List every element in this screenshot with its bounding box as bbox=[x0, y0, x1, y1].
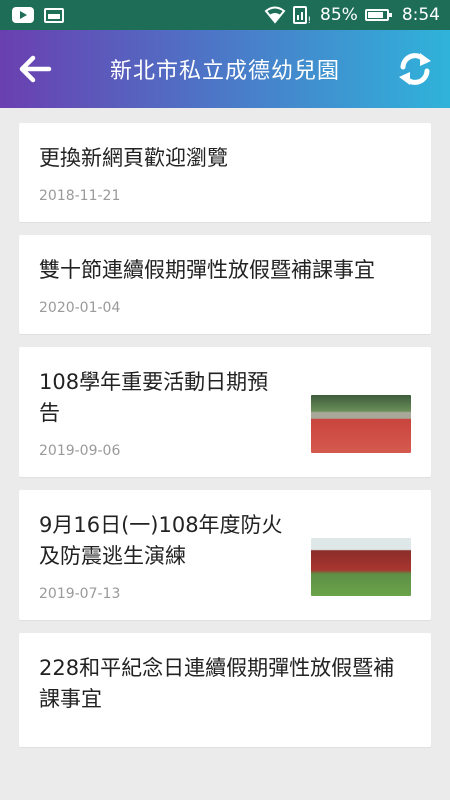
back-button[interactable] bbox=[0, 30, 70, 108]
news-item[interactable]: 228和平紀念日連續假期彈性放假暨補課事宜 bbox=[19, 633, 431, 747]
news-thumbnail bbox=[311, 538, 411, 596]
news-item[interactable]: 108學年重要活動日期預告 2019-09-06 bbox=[19, 347, 431, 477]
gallery-icon bbox=[44, 7, 64, 23]
arrow-left-icon bbox=[19, 55, 52, 83]
battery-icon bbox=[364, 9, 392, 21]
news-title: 更換新網頁歡迎瀏覽 bbox=[39, 146, 228, 170]
news-title: 9月16日(一)108年度防火及防震逃生演練 bbox=[39, 513, 283, 568]
news-date: 2020-01-04 bbox=[39, 300, 121, 316]
refresh-icon bbox=[399, 53, 431, 85]
news-date: 2019-07-13 bbox=[39, 586, 121, 602]
news-title: 雙十節連續假期彈性放假暨補課事宜 bbox=[39, 258, 375, 282]
news-list[interactable]: 更換新網頁歡迎瀏覽 2018-11-21 雙十節連續假期彈性放假暨補課事宜 20… bbox=[0, 108, 450, 800]
wifi-icon bbox=[264, 6, 286, 24]
signal-icon: ! bbox=[293, 6, 312, 25]
news-item[interactable]: 雙十節連續假期彈性放假暨補課事宜 2020-01-04 bbox=[19, 235, 431, 334]
status-bar: ! 85% 8:54 bbox=[0, 0, 450, 30]
news-thumbnail bbox=[311, 395, 411, 453]
battery-percent: 85% bbox=[320, 5, 358, 25]
news-item[interactable]: 9月16日(一)108年度防火及防震逃生演練 2019-07-13 bbox=[19, 490, 431, 620]
app-bar: 新北市私立成德幼兒園 bbox=[0, 30, 450, 108]
status-system: ! 85% 8:54 bbox=[264, 5, 440, 25]
clock-time: 8:54 bbox=[401, 5, 440, 25]
refresh-button[interactable] bbox=[380, 30, 450, 108]
svg-text:!: ! bbox=[308, 16, 312, 25]
news-title: 108學年重要活動日期預告 bbox=[39, 370, 269, 425]
news-date: 2018-11-21 bbox=[39, 188, 121, 204]
news-title: 228和平紀念日連續假期彈性放假暨補課事宜 bbox=[39, 656, 395, 711]
news-date: 2019-09-06 bbox=[39, 443, 121, 459]
page-title: 新北市私立成德幼兒園 bbox=[109, 59, 340, 84]
youtube-icon bbox=[12, 7, 34, 23]
news-item[interactable]: 更換新網頁歡迎瀏覽 2018-11-21 bbox=[19, 123, 431, 222]
status-notifications bbox=[12, 7, 64, 23]
